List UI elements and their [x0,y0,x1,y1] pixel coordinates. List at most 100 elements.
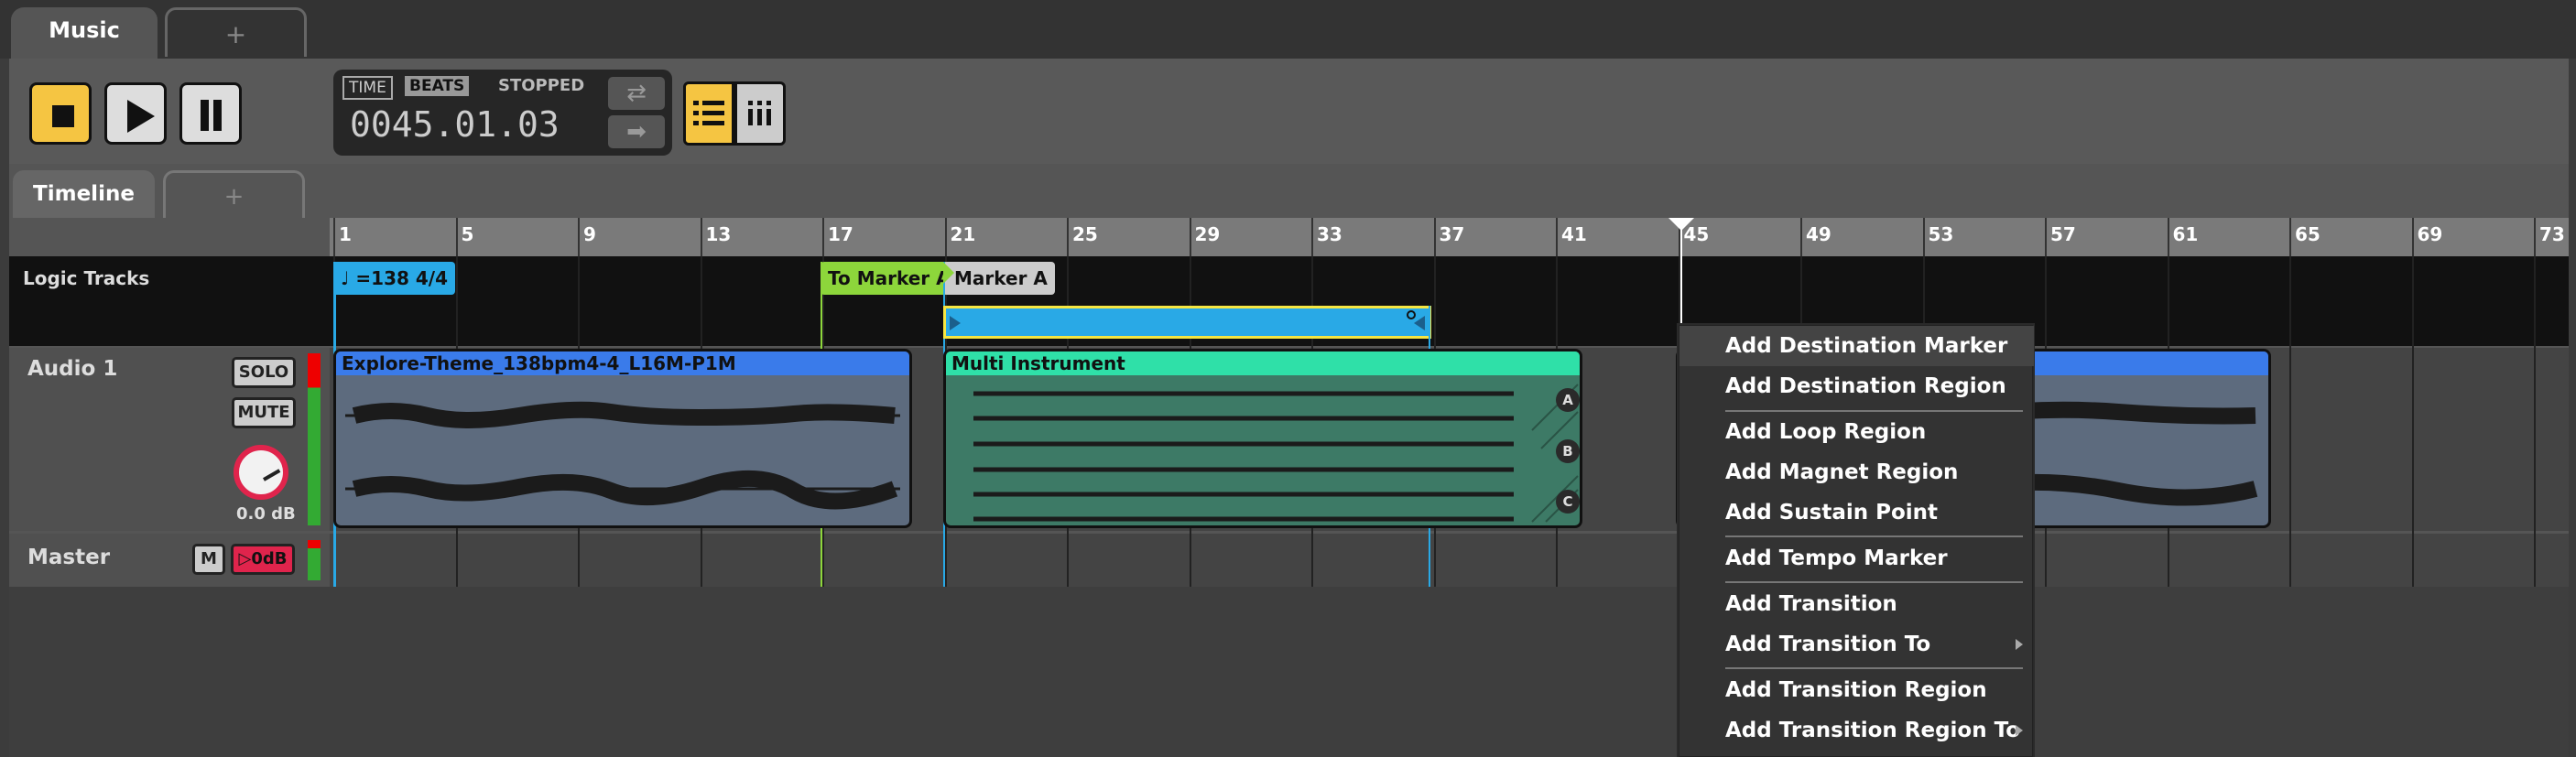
clip-title: Multi Instrument [946,351,1580,375]
submenu-arrow-icon [2016,639,2023,650]
ruler-tick-label: 29 [1194,223,1221,245]
pause-button[interactable] [179,82,242,145]
menu-add-destination-marker[interactable]: Add Destination Marker [1679,326,2034,366]
add-timeline-tab-button[interactable]: + [163,170,305,218]
lane-c-label: C [1556,490,1580,514]
ruler-tick [2411,218,2414,256]
list-view-button[interactable] [683,81,734,146]
region-end-icon [1414,316,1425,330]
ruler-tick [2045,218,2047,256]
master-gain-button[interactable]: ▷0dB [231,544,295,575]
menu-add-magnet-region[interactable]: Add Magnet Region [1679,452,2034,492]
ruler-tick-label: 1 [339,223,352,245]
ruler-tick [2289,218,2291,256]
audio-clip-explore[interactable]: Explore-Theme_138bpm4-4_L16M-P1M [333,349,912,528]
mixer-view-button[interactable] [734,81,786,146]
menu-add-transition-region-to-label: Add Transition Region To [1725,719,2021,742]
beats-mode-tag[interactable]: BEATS [405,76,470,96]
loop-toggle-icon[interactable]: ⇄ [608,77,665,110]
ruler-header [9,218,330,256]
menu-add-sustain-point[interactable]: Add Sustain Point [1679,492,2034,533]
master-gain-label: 0dB [251,549,288,568]
logic-tracks-label: Logic Tracks [23,267,150,289]
ruler-tick-label: 53 [1928,223,1954,245]
ruler-tick-label: 69 [2417,223,2443,245]
clip-waveform [345,401,900,510]
mute-button[interactable]: MUTE [232,397,296,428]
transition-marker[interactable]: To Marker A [821,262,958,295]
ruler-tick-label: 61 [2172,223,2199,245]
clip-title: Explore-Theme_138bpm4-4_L16M-P1M [336,351,909,375]
list-icon [693,101,724,125]
tempo-marker[interactable]: ♩ =138 4/4 [333,262,456,295]
master-track-name: Master [27,546,111,569]
region-start-icon [950,316,961,330]
ruler-tick [2167,218,2169,256]
knob-indicator [263,469,281,481]
ruler-tick [578,218,580,256]
top-tab-bar [0,0,2576,59]
note-icon: ♩ [341,267,356,289]
ruler-tick [1311,218,1313,256]
loop-region[interactable] [943,306,1431,339]
destination-marker[interactable]: Marker A [943,262,1055,295]
menu-add-tempo-marker[interactable]: Add Tempo Marker [1679,538,2034,579]
time-display: TIME BEATS STOPPED 0045.01.03 ⇄ ➡ [333,70,672,156]
bar-gridline [2534,256,2536,587]
ruler-tick [1800,218,1802,256]
ruler-tick-label: 25 [1072,223,1098,245]
ruler-tick-label: 41 [1561,223,1587,245]
level-meter [308,353,321,525]
timeline-ruler[interactable]: 1 5 9 13 17 21 25 29 33 37 41 45 49 53 57 61 65 69 73 [330,218,2569,256]
empty-track-area[interactable] [9,587,2569,757]
tempo-marker-label: =138 4/4 [355,267,449,289]
play-button[interactable] [104,82,167,145]
follow-arrow-icon[interactable]: ➡ [608,115,665,148]
stop-button[interactable] [29,82,92,145]
transport-status: STOPPED [498,76,585,95]
tab-timeline[interactable]: Timeline [13,170,155,218]
ruler-tick [700,218,702,256]
gain-value: 0.0 dB [236,504,296,524]
ruler-tick-label: 17 [828,223,853,245]
tab-music[interactable]: Music [11,7,158,60]
ruler-tick-label: 65 [2295,223,2321,245]
play-small-icon: ▷ [238,549,252,568]
play-icon [127,100,155,133]
ruler-tick [333,218,335,256]
ruler-tick-label: 21 [950,223,976,245]
menu-add-transition-to[interactable]: Add Transition To [1679,624,2034,665]
playback-position: 0045.01.03 [350,104,560,145]
solo-button[interactable]: SOLO [232,357,296,388]
lane-b-label: B [1556,439,1580,463]
menu-add-transition-region-to[interactable]: Add Transition Region To [1679,710,2034,751]
ruler-tick [1922,218,1925,256]
submenu-arrow-icon [2016,725,2023,736]
menu-add-transition[interactable]: Add Transition [1679,584,2034,624]
ruler-tick-label: 37 [1439,223,1465,245]
mixer-icon [748,101,771,125]
lane-a-label: A [1556,388,1580,412]
bar-gridline [2411,256,2414,587]
ruler-tick [455,218,458,256]
menu-separator [1725,535,2023,537]
add-tab-button[interactable]: + [165,7,307,57]
gain-knob[interactable] [234,445,288,500]
multi-instrument-clip[interactable]: Multi Instrument A B C [943,349,1582,528]
ruler-tick-label: 33 [1317,223,1342,245]
stop-icon [52,105,74,127]
time-mode-tag[interactable]: TIME [342,76,393,100]
menu-add-destination-region[interactable]: Add Destination Region [1679,366,2034,406]
playhead-handle-icon[interactable] [1668,218,1694,231]
menu-add-transition-region[interactable]: Add Transition Region [1679,670,2034,710]
ruler-tick [822,218,824,256]
master-track-lane[interactable] [9,534,2569,587]
master-mute-button[interactable]: M [192,544,225,575]
ruler-tick-label: 5 [461,223,474,245]
master-level-meter [308,540,321,580]
ruler-tick [944,218,947,256]
multi-waveforms [973,384,1579,523]
menu-add-loop-region[interactable]: Add Loop Region [1679,412,2034,452]
audio-track-name: Audio 1 [27,357,118,381]
context-menu: Add Destination Marker Add Destination R… [1679,325,2034,757]
